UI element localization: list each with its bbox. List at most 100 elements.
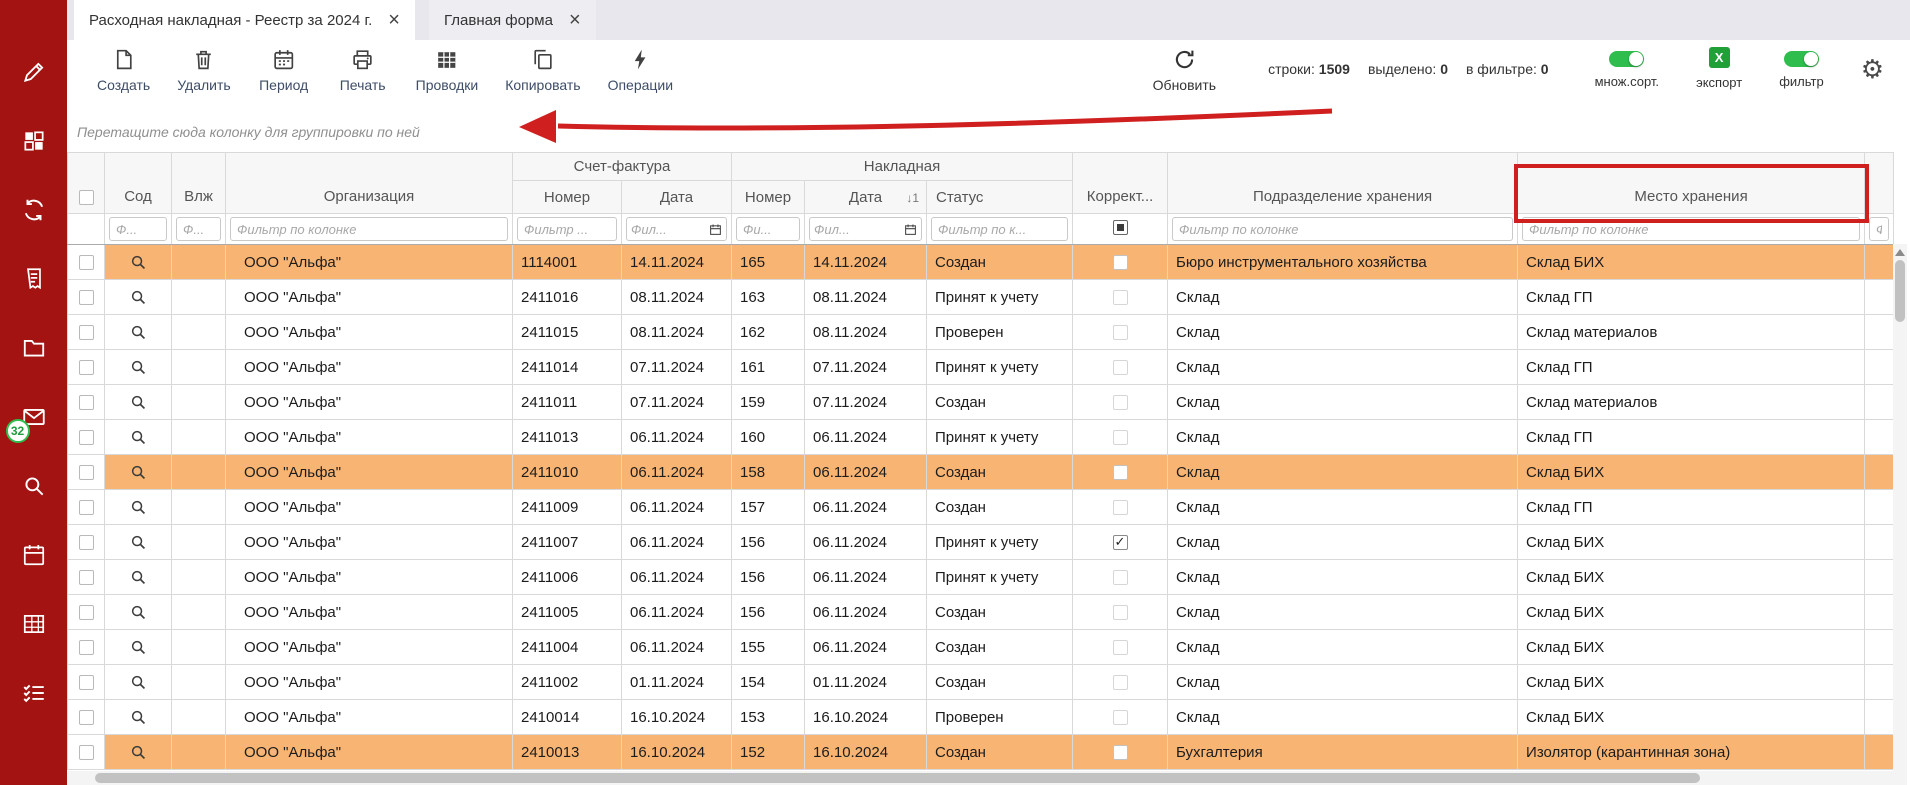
column-header-invoice-number[interactable]: Номер (513, 181, 622, 214)
table-row[interactable]: ООО "Альфа" 2411009 06.11.2024 157 06.11… (68, 490, 1894, 525)
row-checkbox[interactable] (79, 710, 94, 725)
correction-checkbox[interactable] (1113, 675, 1128, 690)
table-row[interactable]: ООО "Альфа" 2410014 16.10.2024 153 16.10… (68, 700, 1894, 735)
filter-status-input[interactable] (931, 217, 1068, 241)
correction-checkbox[interactable] (1113, 430, 1128, 445)
select-all-checkbox[interactable] (79, 190, 94, 205)
row-checkbox[interactable] (79, 290, 94, 305)
sidebar-item-search[interactable] (20, 472, 48, 500)
filter-toggle[interactable]: фильтр (1779, 47, 1823, 89)
vertical-scrollbar[interactable] (1893, 244, 1907, 785)
magnifier-icon[interactable] (130, 639, 147, 656)
filter-invoice-number-input[interactable] (517, 217, 617, 241)
filter-attachments-input[interactable] (176, 217, 221, 241)
magnifier-icon[interactable] (130, 534, 147, 551)
column-header-waybill-date[interactable]: Дата ↓1 (805, 181, 927, 214)
sidebar-item-receipts[interactable] (20, 265, 48, 293)
magnifier-icon[interactable] (130, 464, 147, 481)
table-row[interactable]: ООО "Альфа" 2411004 06.11.2024 155 06.11… (68, 630, 1894, 665)
period-button[interactable]: Период (258, 47, 310, 93)
magnifier-icon[interactable] (130, 569, 147, 586)
row-checkbox[interactable] (79, 430, 94, 445)
row-checkbox[interactable] (79, 500, 94, 515)
magnifier-icon[interactable] (130, 499, 147, 516)
correction-checkbox[interactable] (1113, 255, 1128, 270)
multisort-toggle[interactable]: множ.сорт. (1595, 47, 1659, 89)
table-row[interactable]: ООО "Альфа" 2410013 16.10.2024 152 16.10… (68, 735, 1894, 770)
correction-checkbox[interactable] (1113, 570, 1128, 585)
group-by-bar[interactable]: Перетащите сюда колонку для группировки … (67, 111, 1910, 152)
table-row[interactable]: ООО "Альфа" 2411014 07.11.2024 161 07.11… (68, 350, 1894, 385)
toggle-on-icon[interactable] (1609, 51, 1644, 67)
magnifier-icon[interactable] (130, 289, 147, 306)
magnifier-icon[interactable] (130, 359, 147, 376)
correction-filter-checkbox[interactable] (1113, 220, 1128, 235)
table-row[interactable]: ООО "Альфа" 2411013 06.11.2024 160 06.11… (68, 420, 1894, 455)
column-header-correction[interactable]: Коррект... (1073, 153, 1168, 214)
sidebar-item-sync[interactable] (20, 196, 48, 224)
row-checkbox[interactable] (79, 255, 94, 270)
table-row[interactable]: ООО "Альфа" 2411006 06.11.2024 156 06.11… (68, 560, 1894, 595)
column-header-waybill-number[interactable]: Номер (732, 181, 805, 214)
sidebar-item-tasks[interactable] (20, 679, 48, 707)
row-checkbox[interactable] (79, 570, 94, 585)
magnifier-icon[interactable] (130, 674, 147, 691)
row-checkbox[interactable] (79, 745, 94, 760)
row-checkbox[interactable] (79, 465, 94, 480)
row-checkbox[interactable] (79, 640, 94, 655)
row-checkbox[interactable] (79, 675, 94, 690)
sidebar-item-modules[interactable] (20, 127, 48, 155)
scroll-up-icon[interactable] (1895, 249, 1905, 256)
postings-button[interactable]: Проводки (416, 47, 479, 93)
table-row[interactable]: ООО "Альфа" 2411005 06.11.2024 156 06.11… (68, 595, 1894, 630)
sidebar-item-calendar[interactable] (20, 541, 48, 569)
column-header-status[interactable]: Статус (927, 181, 1073, 214)
magnifier-icon[interactable] (130, 394, 147, 411)
correction-checkbox[interactable] (1113, 500, 1128, 515)
calendar-picker-icon[interactable] (904, 223, 917, 236)
table-row[interactable]: ООО "Альфа" 2411002 01.11.2024 154 01.11… (68, 665, 1894, 700)
table-row[interactable]: ООО "Альфа" 2411011 07.11.2024 159 07.11… (68, 385, 1894, 420)
print-button[interactable]: Печать (337, 47, 389, 93)
sidebar-item-documents[interactable] (20, 334, 48, 362)
correction-checkbox[interactable] (1113, 710, 1128, 725)
export-button[interactable]: X экспорт (1696, 47, 1742, 90)
correction-checkbox[interactable] (1113, 360, 1128, 375)
row-checkbox[interactable] (79, 605, 94, 620)
magnifier-icon[interactable] (130, 429, 147, 446)
tab-close-icon[interactable]: × (569, 10, 581, 30)
correction-checkbox[interactable] (1113, 290, 1128, 305)
correction-checkbox[interactable] (1113, 325, 1128, 340)
table-row[interactable]: ООО "Альфа" 1114001 14.11.2024 165 14.11… (68, 245, 1894, 280)
tab-main-form[interactable]: Главная форма × (429, 0, 596, 40)
filter-storage-place-input[interactable] (1522, 217, 1860, 241)
correction-checkbox[interactable] (1113, 605, 1128, 620)
toggle-on-icon[interactable] (1784, 51, 1819, 67)
filter-invoice-date-input[interactable] (631, 222, 707, 237)
row-checkbox[interactable] (79, 325, 94, 340)
row-checkbox[interactable] (79, 535, 94, 550)
sidebar-item-registers[interactable] (20, 610, 48, 638)
table-row[interactable]: ООО "Альфа" 2411010 06.11.2024 158 06.11… (68, 455, 1894, 490)
operations-button[interactable]: Операции (608, 47, 674, 93)
filter-content-input[interactable] (109, 217, 167, 241)
settings-gear-icon[interactable]: ⚙ (1861, 56, 1884, 82)
magnifier-icon[interactable] (130, 604, 147, 621)
horizontal-scrollbar[interactable] (67, 771, 1893, 785)
vertical-scroll-thumb[interactable] (1895, 260, 1905, 322)
calendar-picker-icon[interactable] (709, 223, 722, 236)
sidebar-item-mail[interactable]: 32 (20, 403, 48, 431)
column-header-invoice-date[interactable]: Дата (622, 181, 732, 214)
filter-extra-input[interactable] (1869, 217, 1889, 241)
filter-waybill-number-input[interactable] (736, 217, 800, 241)
filter-organization-input[interactable] (230, 217, 508, 241)
correction-checkbox[interactable] (1113, 640, 1128, 655)
correction-checkbox[interactable] (1113, 465, 1128, 480)
filter-department-input[interactable] (1172, 217, 1513, 241)
sidebar-item-edit[interactable] (20, 58, 48, 86)
column-header-organization[interactable]: Организация (226, 153, 513, 214)
column-header-storage-place[interactable]: Место хранения (1518, 153, 1865, 214)
copy-button[interactable]: Копировать (505, 47, 580, 93)
table-row[interactable]: ООО "Альфа" 2411015 08.11.2024 162 08.11… (68, 315, 1894, 350)
row-checkbox[interactable] (79, 395, 94, 410)
